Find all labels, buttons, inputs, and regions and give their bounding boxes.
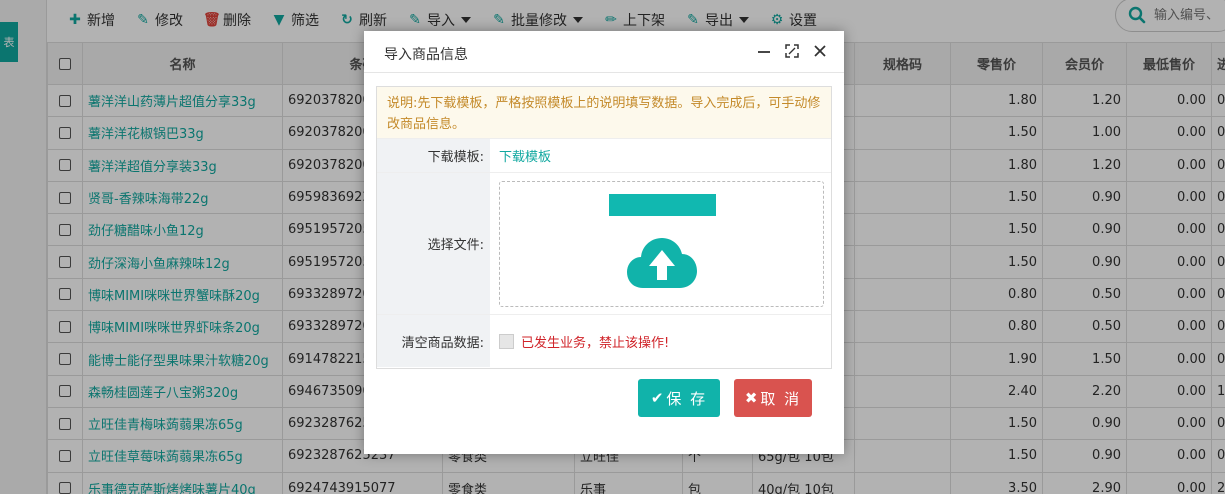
x-icon: ✖ [744, 389, 758, 407]
import-form: 说明:先下载模板，严格按照模板上的说明填写数据。导入完成后，可手动修改商品信息。… [376, 86, 832, 369]
dialog-title: 导入商品信息 [384, 47, 468, 63]
file-select-bar[interactable] [609, 193, 716, 216]
download-label: 下载模板: [377, 139, 490, 172]
cancel-button[interactable]: ✖ 取 消 [734, 379, 812, 417]
maximize-icon[interactable] [784, 43, 800, 59]
clear-warning: 已发生业务，禁止该操作! [521, 335, 670, 351]
check-icon: ✔ [650, 389, 664, 407]
cloud-upload-icon [627, 237, 697, 288]
file-label: 选择文件: [377, 173, 490, 314]
import-instructions: 说明:先下载模板，严格按照模板上的说明填写数据。导入完成后，可手动修改商品信息。 [377, 87, 831, 139]
minimize-icon[interactable] [756, 43, 772, 59]
close-icon[interactable] [812, 43, 828, 59]
clear-data-checkbox[interactable] [499, 333, 514, 349]
save-button[interactable]: ✔ 保 存 [638, 379, 720, 417]
import-dialog: 导入商品信息 说明:先下载模板，严格按照模板上的说明填写数据。导入完成后，可手动… [364, 31, 844, 454]
download-template-link[interactable]: 下载模板 [499, 146, 551, 165]
clear-label: 清空商品数据: [377, 315, 490, 367]
dialog-header: 导入商品信息 [364, 31, 844, 73]
file-dropzone[interactable] [499, 180, 824, 307]
